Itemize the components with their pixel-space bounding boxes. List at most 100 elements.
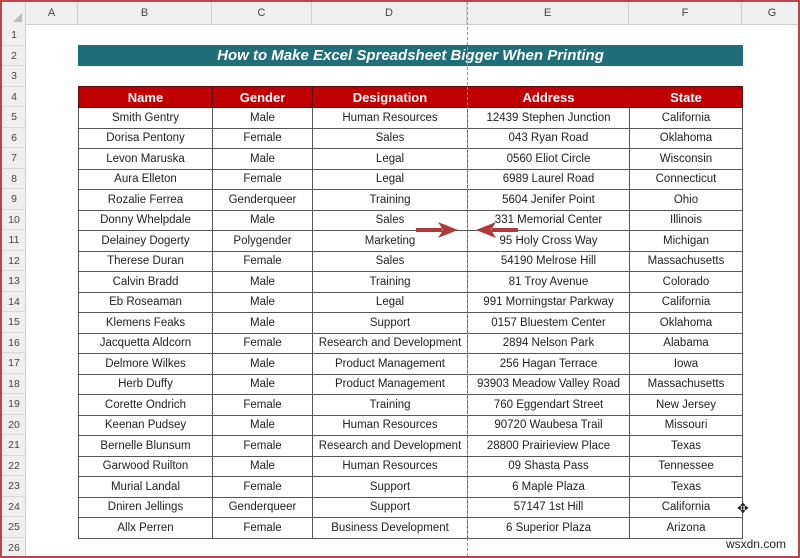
cell-gender[interactable]: Male bbox=[212, 291, 313, 313]
cell-name[interactable]: Dorisa Pentony bbox=[78, 127, 213, 149]
cell-state[interactable]: Massachusetts bbox=[629, 250, 743, 272]
row-header-25[interactable]: 25 bbox=[2, 517, 26, 538]
cell-address[interactable]: 93903 Meadow Valley Road bbox=[467, 373, 630, 395]
cell-address[interactable]: 54190 Melrose Hill bbox=[467, 250, 630, 272]
column-header-b[interactable]: B bbox=[78, 2, 212, 25]
cell-designation[interactable]: Training bbox=[312, 271, 468, 293]
cell-designation[interactable]: Legal bbox=[312, 148, 468, 170]
cell-address[interactable]: 90720 Waubesa Trail bbox=[467, 414, 630, 436]
cell-gender[interactable]: Male bbox=[212, 271, 313, 293]
cell-name[interactable]: Keenan Pudsey bbox=[78, 414, 213, 436]
cell-address[interactable]: 043 Ryan Road bbox=[467, 127, 630, 149]
cell-address[interactable]: 6989 Laurel Road bbox=[467, 168, 630, 190]
cell-address[interactable]: 09 Shasta Pass bbox=[467, 455, 630, 477]
row-header-14[interactable]: 14 bbox=[2, 292, 26, 312]
cell-address[interactable]: 2894 Nelson Park bbox=[467, 332, 630, 354]
row-header-10[interactable]: 10 bbox=[2, 210, 26, 230]
cell-designation[interactable]: Sales bbox=[312, 127, 468, 149]
cell-address[interactable]: 760 Eggendart Street bbox=[467, 394, 630, 416]
cell-state[interactable]: Oklahoma bbox=[629, 127, 743, 149]
cell-state[interactable]: Michigan bbox=[629, 230, 743, 252]
cell-name[interactable]: Corette Ondrich bbox=[78, 394, 213, 416]
cell-name[interactable]: Dniren Jellings bbox=[78, 496, 213, 518]
row-header-16[interactable]: 16 bbox=[2, 333, 26, 353]
column-header-f[interactable]: F bbox=[629, 2, 742, 25]
row-header-6[interactable]: 6 bbox=[2, 128, 26, 148]
cell-designation[interactable]: Legal bbox=[312, 291, 468, 313]
cell-state[interactable]: Colorado bbox=[629, 271, 743, 293]
select-all-button[interactable] bbox=[2, 2, 26, 25]
column-header-c[interactable]: C bbox=[212, 2, 312, 25]
header-address[interactable]: Address bbox=[467, 86, 630, 108]
cell-state[interactable]: Texas bbox=[629, 435, 743, 457]
header-designation[interactable]: Designation bbox=[312, 86, 468, 108]
cell-designation[interactable]: Support bbox=[312, 312, 468, 334]
row-header-18[interactable]: 18 bbox=[2, 374, 26, 394]
cell-gender[interactable]: Male bbox=[212, 353, 313, 375]
cell-gender[interactable]: Female bbox=[212, 435, 313, 457]
cell-designation[interactable]: Research and Development bbox=[312, 332, 468, 354]
cell-designation[interactable]: Training bbox=[312, 394, 468, 416]
cell-state[interactable]: Alabama bbox=[629, 332, 743, 354]
cell-gender[interactable]: Female bbox=[212, 168, 313, 190]
cell-name[interactable]: Delainey Dogerty bbox=[78, 230, 213, 252]
row-header-2[interactable]: 2 bbox=[2, 46, 26, 66]
cell-state[interactable]: California bbox=[629, 107, 743, 129]
cell-state[interactable]: California bbox=[629, 291, 743, 313]
row-header-11[interactable]: 11 bbox=[2, 230, 26, 251]
cell-name[interactable]: Klemens Feaks bbox=[78, 312, 213, 334]
cell-designation[interactable]: Research and Development bbox=[312, 435, 468, 457]
row-header-15[interactable]: 15 bbox=[2, 312, 26, 333]
cell-address[interactable]: 0157 Bluestem Center bbox=[467, 312, 630, 334]
row-header-7[interactable]: 7 bbox=[2, 148, 26, 169]
cell-name[interactable]: Aura Elleton bbox=[78, 168, 213, 190]
cell-gender[interactable]: Female bbox=[212, 127, 313, 149]
cell-name[interactable]: Allx Perren bbox=[78, 517, 213, 539]
row-header-22[interactable]: 22 bbox=[2, 456, 26, 476]
cell-name[interactable]: Calvin Bradd bbox=[78, 271, 213, 293]
cell-address[interactable]: 6 Maple Plaza bbox=[467, 476, 630, 498]
cell-address[interactable]: 81 Troy Avenue bbox=[467, 271, 630, 293]
cell-address[interactable]: 57147 1st Hill bbox=[467, 496, 630, 518]
cell-gender[interactable]: Male bbox=[212, 455, 313, 477]
cell-name[interactable]: Donny Whelpdale bbox=[78, 209, 213, 231]
cell-name[interactable]: Eb Roseaman bbox=[78, 291, 213, 313]
row-header-12[interactable]: 12 bbox=[2, 251, 26, 271]
cell-designation[interactable]: Business Development bbox=[312, 517, 468, 539]
cell-gender[interactable]: Genderqueer bbox=[212, 189, 313, 211]
cell-gender[interactable]: Male bbox=[212, 148, 313, 170]
cell-name[interactable]: Delmore Wilkes bbox=[78, 353, 213, 375]
cell-gender[interactable]: Female bbox=[212, 250, 313, 272]
column-header-d[interactable]: D bbox=[312, 2, 467, 25]
cell-state[interactable]: Oklahoma bbox=[629, 312, 743, 334]
cell-gender[interactable]: Male bbox=[212, 107, 313, 129]
cell-name[interactable]: Levon Maruska bbox=[78, 148, 213, 170]
cell-name[interactable]: Smith Gentry bbox=[78, 107, 213, 129]
header-state[interactable]: State bbox=[629, 86, 743, 108]
sheet-title[interactable]: How to Make Excel Spreadsheet Bigger Whe… bbox=[78, 45, 743, 66]
header-gender[interactable]: Gender bbox=[212, 86, 313, 108]
cell-state[interactable]: Iowa bbox=[629, 353, 743, 375]
row-header-24[interactable]: 24 bbox=[2, 497, 26, 517]
cell-gender[interactable]: Male bbox=[212, 209, 313, 231]
cell-gender[interactable]: Female bbox=[212, 517, 313, 539]
cell-state[interactable]: Connecticut bbox=[629, 168, 743, 190]
cell-address[interactable]: 12439 Stephen Junction bbox=[467, 107, 630, 129]
cell-designation[interactable]: Product Management bbox=[312, 353, 468, 375]
cell-state[interactable]: Missouri bbox=[629, 414, 743, 436]
cell-state[interactable]: Wisconsin bbox=[629, 148, 743, 170]
cell-address[interactable]: 991 Morningstar Parkway bbox=[467, 291, 630, 313]
row-header-19[interactable]: 19 bbox=[2, 394, 26, 415]
row-header-3[interactable]: 3 bbox=[2, 66, 26, 87]
row-header-1[interactable]: 1 bbox=[2, 25, 26, 46]
header-name[interactable]: Name bbox=[78, 86, 213, 108]
cell-designation[interactable]: Support bbox=[312, 476, 468, 498]
cell-designation[interactable]: Human Resources bbox=[312, 455, 468, 477]
cell-name[interactable]: Rozalie Ferrea bbox=[78, 189, 213, 211]
cell-state[interactable]: Illinois bbox=[629, 209, 743, 231]
cell-designation[interactable]: Sales bbox=[312, 250, 468, 272]
cell-state[interactable]: Tennessee bbox=[629, 455, 743, 477]
row-header-20[interactable]: 20 bbox=[2, 415, 26, 435]
cell-address[interactable]: 0560 Eliot Circle bbox=[467, 148, 630, 170]
row-header-4[interactable]: 4 bbox=[2, 87, 26, 107]
